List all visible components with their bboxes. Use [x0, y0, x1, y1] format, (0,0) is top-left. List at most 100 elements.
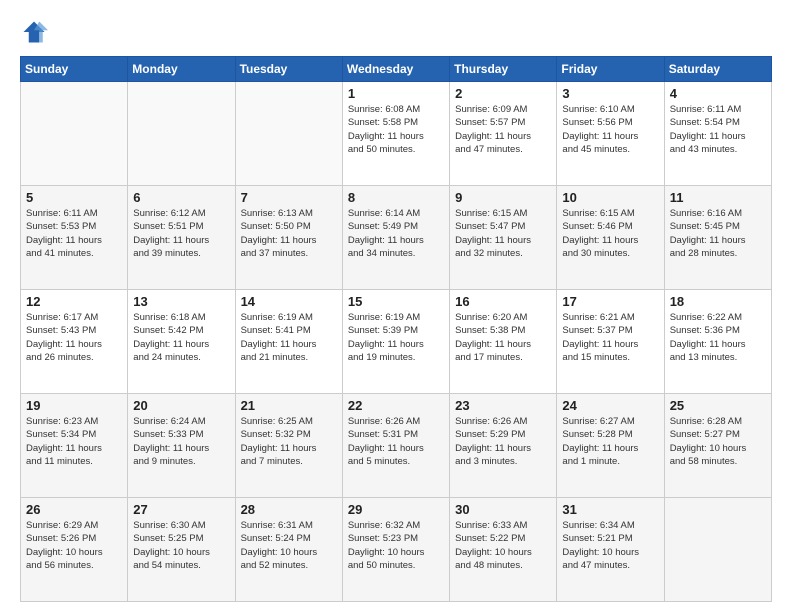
day-info: Sunrise: 6:19 AM Sunset: 5:39 PM Dayligh… — [348, 311, 444, 364]
calendar-week-1: 1 Sunrise: 6:08 AM Sunset: 5:58 PM Daylig… — [21, 82, 772, 186]
day-number: 14 — [241, 294, 337, 309]
calendar-cell: 15 Sunrise: 6:19 AM Sunset: 5:39 PM Dayli… — [342, 290, 449, 394]
calendar-cell: 1 Sunrise: 6:08 AM Sunset: 5:58 PM Daylig… — [342, 82, 449, 186]
calendar-cell: 24 Sunrise: 6:27 AM Sunset: 5:28 PM Dayli… — [557, 394, 664, 498]
calendar-cell: 22Sunrise: 6:26 AM Sunset: 5:31 PM Dayli… — [342, 394, 449, 498]
day-info: Sunrise: 6:33 AM Sunset: 5:22 PM Dayligh… — [455, 519, 551, 572]
day-info: Sunrise: 6:25 AM Sunset: 5:32 PM Dayligh… — [241, 415, 337, 468]
day-info: Sunrise: 6:19 AM Sunset: 5:41 PM Dayligh… — [241, 311, 337, 364]
header — [20, 18, 772, 46]
day-info: Sunrise: 6:20 AM Sunset: 5:38 PM Dayligh… — [455, 311, 551, 364]
day-info: Sunrise: 6:21 AM Sunset: 5:37 PM Dayligh… — [562, 311, 658, 364]
day-info: Sunrise: 6:30 AM Sunset: 5:25 PM Dayligh… — [133, 519, 229, 572]
calendar-cell: 20 Sunrise: 6:24 AM Sunset: 5:33 PM Dayli… — [128, 394, 235, 498]
day-info: Sunrise: 6:32 AM Sunset: 5:23 PM Dayligh… — [348, 519, 444, 572]
day-number: 5 — [26, 190, 122, 205]
calendar-cell: 17 Sunrise: 6:21 AM Sunset: 5:37 PM Dayli… — [557, 290, 664, 394]
day-number: 1 — [348, 86, 444, 101]
calendar-cell: 4 Sunrise: 6:11 AM Sunset: 5:54 PM Daylig… — [664, 82, 771, 186]
day-info: Sunrise: 6:13 AM Sunset: 5:50 PM Dayligh… — [241, 207, 337, 260]
day-number: 20 — [133, 398, 229, 413]
calendar-cell: 29 Sunrise: 6:32 AM Sunset: 5:23 PM Dayli… — [342, 498, 449, 602]
day-number: 8 — [348, 190, 444, 205]
calendar-cell: 31 Sunrise: 6:34 AM Sunset: 5:21 PM Dayli… — [557, 498, 664, 602]
calendar-cell: 7Sunrise: 6:13 AM Sunset: 5:50 PM Daylig… — [235, 186, 342, 290]
calendar-cell: 9 Sunrise: 6:15 AM Sunset: 5:47 PM Daylig… — [450, 186, 557, 290]
weekday-header-saturday: Saturday — [664, 57, 771, 82]
day-info: Sunrise: 6:15 AM Sunset: 5:47 PM Dayligh… — [455, 207, 551, 260]
calendar-cell: 3Sunrise: 6:10 AM Sunset: 5:56 PM Daylig… — [557, 82, 664, 186]
day-info: Sunrise: 6:17 AM Sunset: 5:43 PM Dayligh… — [26, 311, 122, 364]
calendar-cell: 5Sunrise: 6:11 AM Sunset: 5:53 PM Daylig… — [21, 186, 128, 290]
day-info: Sunrise: 6:16 AM Sunset: 5:45 PM Dayligh… — [670, 207, 766, 260]
weekday-header-sunday: Sunday — [21, 57, 128, 82]
day-info: Sunrise: 6:08 AM Sunset: 5:58 PM Dayligh… — [348, 103, 444, 156]
calendar-week-4: 19 Sunrise: 6:23 AM Sunset: 5:34 PM Dayli… — [21, 394, 772, 498]
calendar-cell — [235, 82, 342, 186]
day-number: 24 — [562, 398, 658, 413]
logo-icon — [20, 18, 48, 46]
day-info: Sunrise: 6:26 AM Sunset: 5:31 PM Dayligh… — [348, 415, 444, 468]
calendar-cell — [664, 498, 771, 602]
day-number: 19 — [26, 398, 122, 413]
calendar-cell — [128, 82, 235, 186]
weekday-header-monday: Monday — [128, 57, 235, 82]
day-number: 6 — [133, 190, 229, 205]
day-number: 30 — [455, 502, 551, 517]
day-info: Sunrise: 6:12 AM Sunset: 5:51 PM Dayligh… — [133, 207, 229, 260]
day-info: Sunrise: 6:34 AM Sunset: 5:21 PM Dayligh… — [562, 519, 658, 572]
calendar-cell: 10 Sunrise: 6:15 AM Sunset: 5:46 PM Dayli… — [557, 186, 664, 290]
calendar-cell: 13Sunrise: 6:18 AM Sunset: 5:42 PM Dayli… — [128, 290, 235, 394]
day-info: Sunrise: 6:29 AM Sunset: 5:26 PM Dayligh… — [26, 519, 122, 572]
day-info: Sunrise: 6:15 AM Sunset: 5:46 PM Dayligh… — [562, 207, 658, 260]
logo — [20, 18, 52, 46]
weekday-header-thursday: Thursday — [450, 57, 557, 82]
day-number: 17 — [562, 294, 658, 309]
weekday-header-tuesday: Tuesday — [235, 57, 342, 82]
weekday-header-wednesday: Wednesday — [342, 57, 449, 82]
calendar-cell: 6 Sunrise: 6:12 AM Sunset: 5:51 PM Daylig… — [128, 186, 235, 290]
calendar-cell: 28 Sunrise: 6:31 AM Sunset: 5:24 PM Dayli… — [235, 498, 342, 602]
calendar-cell: 14 Sunrise: 6:19 AM Sunset: 5:41 PM Dayli… — [235, 290, 342, 394]
calendar-cell: 23Sunrise: 6:26 AM Sunset: 5:29 PM Dayli… — [450, 394, 557, 498]
calendar-cell: 16 Sunrise: 6:20 AM Sunset: 5:38 PM Dayli… — [450, 290, 557, 394]
day-info: Sunrise: 6:27 AM Sunset: 5:28 PM Dayligh… — [562, 415, 658, 468]
day-number: 31 — [562, 502, 658, 517]
day-number: 13 — [133, 294, 229, 309]
day-number: 12 — [26, 294, 122, 309]
day-number: 2 — [455, 86, 551, 101]
calendar-cell: 18Sunrise: 6:22 AM Sunset: 5:36 PM Dayli… — [664, 290, 771, 394]
day-info: Sunrise: 6:22 AM Sunset: 5:36 PM Dayligh… — [670, 311, 766, 364]
day-info: Sunrise: 6:11 AM Sunset: 5:54 PM Dayligh… — [670, 103, 766, 156]
day-number: 15 — [348, 294, 444, 309]
day-number: 27 — [133, 502, 229, 517]
day-number: 4 — [670, 86, 766, 101]
day-number: 29 — [348, 502, 444, 517]
calendar-cell: 11 Sunrise: 6:16 AM Sunset: 5:45 PM Dayli… — [664, 186, 771, 290]
day-number: 10 — [562, 190, 658, 205]
day-number: 26 — [26, 502, 122, 517]
page: SundayMondayTuesdayWednesdayThursdayFrid… — [0, 0, 792, 612]
calendar-cell: 30 Sunrise: 6:33 AM Sunset: 5:22 PM Dayli… — [450, 498, 557, 602]
day-info: Sunrise: 6:09 AM Sunset: 5:57 PM Dayligh… — [455, 103, 551, 156]
day-number: 21 — [241, 398, 337, 413]
day-info: Sunrise: 6:24 AM Sunset: 5:33 PM Dayligh… — [133, 415, 229, 468]
day-number: 23 — [455, 398, 551, 413]
calendar-week-3: 12 Sunrise: 6:17 AM Sunset: 5:43 PM Dayli… — [21, 290, 772, 394]
day-number: 25 — [670, 398, 766, 413]
calendar-cell: 19 Sunrise: 6:23 AM Sunset: 5:34 PM Dayli… — [21, 394, 128, 498]
calendar-cell — [21, 82, 128, 186]
calendar-week-2: 5Sunrise: 6:11 AM Sunset: 5:53 PM Daylig… — [21, 186, 772, 290]
day-number: 9 — [455, 190, 551, 205]
calendar-cell: 26 Sunrise: 6:29 AM Sunset: 5:26 PM Dayli… — [21, 498, 128, 602]
day-number: 11 — [670, 190, 766, 205]
day-number: 16 — [455, 294, 551, 309]
calendar-cell: 8 Sunrise: 6:14 AM Sunset: 5:49 PM Daylig… — [342, 186, 449, 290]
day-info: Sunrise: 6:31 AM Sunset: 5:24 PM Dayligh… — [241, 519, 337, 572]
calendar-cell: 21 Sunrise: 6:25 AM Sunset: 5:32 PM Dayli… — [235, 394, 342, 498]
day-number: 28 — [241, 502, 337, 517]
calendar-week-5: 26 Sunrise: 6:29 AM Sunset: 5:26 PM Dayli… — [21, 498, 772, 602]
day-info: Sunrise: 6:14 AM Sunset: 5:49 PM Dayligh… — [348, 207, 444, 260]
day-info: Sunrise: 6:23 AM Sunset: 5:34 PM Dayligh… — [26, 415, 122, 468]
calendar-cell: 2 Sunrise: 6:09 AM Sunset: 5:57 PM Daylig… — [450, 82, 557, 186]
